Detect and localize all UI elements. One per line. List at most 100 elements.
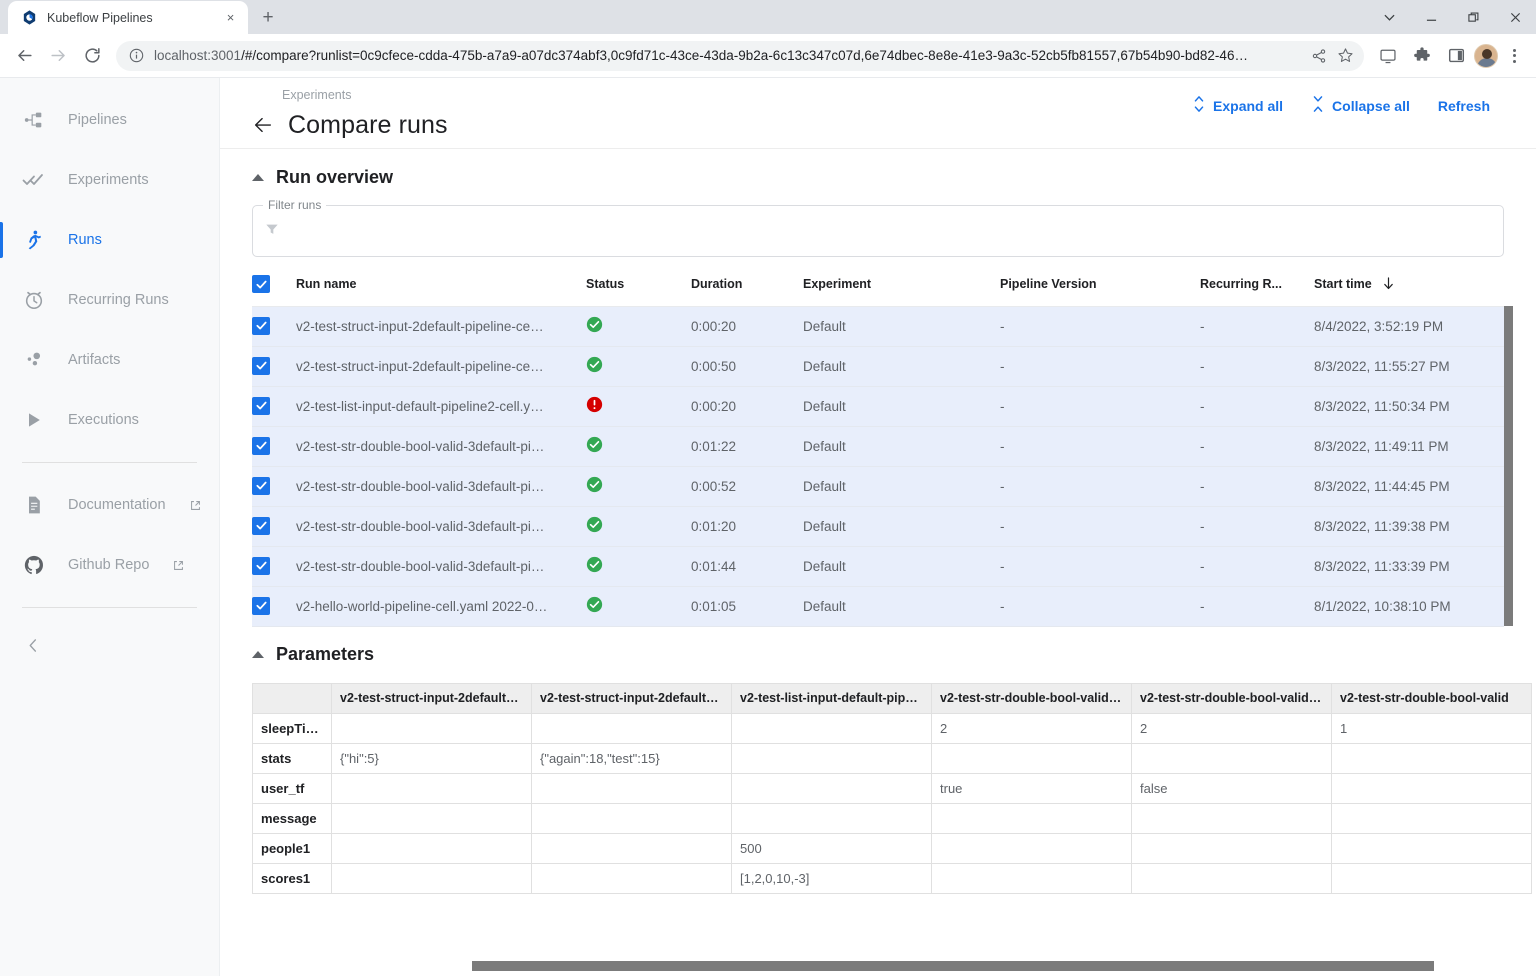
runs-table-scrollbar[interactable] <box>1504 306 1513 626</box>
minimize-icon[interactable] <box>1410 0 1452 34</box>
star-icon[interactable] <box>1337 47 1354 64</box>
sidebar-item-label: Artifacts <box>68 352 121 368</box>
puzzle-icon[interactable] <box>1406 40 1438 72</box>
cell-run-name[interactable]: v2-test-str-double-bool-valid-3default-p… <box>296 466 586 507</box>
info-icon[interactable] <box>129 48 144 63</box>
filter-runs-input[interactable]: Filter runs <box>252 198 1504 257</box>
row-checkbox-cell[interactable] <box>252 386 296 427</box>
collapse-triangle-icon[interactable] <box>252 651 264 658</box>
expand-all-button[interactable]: Expand all <box>1178 90 1297 121</box>
select-all-cell[interactable] <box>252 265 296 307</box>
row-checkbox-cell[interactable] <box>252 306 296 347</box>
sidebar-item-documentation[interactable]: Documentation <box>0 475 219 535</box>
sidebar-item-pipelines[interactable]: Pipelines <box>0 90 219 150</box>
row-checkbox[interactable] <box>252 436 270 455</box>
column-header-pipeline-version[interactable]: Pipeline Version <box>1000 265 1200 307</box>
parameters-header[interactable]: Parameters <box>252 627 1504 683</box>
parameters-column-header: v2-test-str-double-bool-valid <box>1331 682 1532 714</box>
parameter-value: true <box>931 772 1132 804</box>
column-header-run-name[interactable]: Run name <box>296 265 586 307</box>
cell-recurring-run: - <box>1200 346 1314 387</box>
sidebar-item-executions[interactable]: Executions <box>0 390 219 450</box>
column-header-recurring-run[interactable]: Recurring R... <box>1200 265 1314 307</box>
parameter-value: 1 <box>1331 712 1532 744</box>
cell-run-name[interactable]: v2-test-str-double-bool-valid-3default-p… <box>296 506 586 547</box>
table-row[interactable]: v2-test-str-double-bool-valid-3default-p… <box>252 466 1504 507</box>
row-checkbox[interactable] <box>252 316 270 335</box>
table-row[interactable]: v2-test-str-double-bool-valid-3default-p… <box>252 426 1504 467</box>
horizontal-scrollbar-thumb[interactable] <box>472 960 1434 971</box>
close-window-icon[interactable] <box>1494 0 1536 34</box>
filter-runs-label: Filter runs <box>263 198 327 212</box>
row-checkbox[interactable] <box>252 476 270 495</box>
cell-run-name[interactable]: v2-test-str-double-bool-valid-3default-p… <box>296 426 586 467</box>
forward-icon <box>42 40 74 72</box>
close-icon[interactable]: × <box>222 9 239 26</box>
row-checkbox[interactable] <box>252 396 270 415</box>
share-icon[interactable] <box>1311 48 1327 64</box>
tab-search-icon[interactable] <box>1368 0 1410 34</box>
row-checkbox-cell[interactable] <box>252 346 296 387</box>
column-header-duration[interactable]: Duration <box>691 265 803 307</box>
cell-run-name[interactable]: v2-test-str-double-bool-valid-3default-p… <box>296 546 586 587</box>
row-checkbox-cell[interactable] <box>252 506 296 547</box>
row-checkbox[interactable] <box>252 516 270 535</box>
back-icon[interactable] <box>8 40 40 72</box>
horizontal-scrollbar[interactable] <box>440 955 1536 976</box>
row-checkbox[interactable] <box>252 596 270 615</box>
sidebar-item-github-repo[interactable]: Github Repo <box>0 535 219 595</box>
sidebar-item-experiments[interactable]: Experiments <box>0 150 219 210</box>
parameters-row: people1 500 <box>252 832 1532 864</box>
back-arrow-icon[interactable] <box>252 114 274 136</box>
cell-run-name[interactable]: v2-test-struct-input-2default-pipeline-c… <box>296 306 586 347</box>
parameters-row: message <box>252 802 1532 834</box>
column-header-status[interactable]: Status <box>586 265 691 307</box>
scrollbar-thumb[interactable] <box>1504 306 1513 626</box>
content-scroll-area[interactable]: Run overview Filter runs Run name Status… <box>220 149 1536 976</box>
row-checkbox-cell[interactable] <box>252 546 296 587</box>
status-succeeded-icon <box>586 596 603 613</box>
column-header-start-time[interactable]: Start time <box>1314 265 1504 307</box>
address-bar[interactable]: localhost:3001/#/compare?runlist=0c9cfec… <box>116 40 1364 71</box>
table-row[interactable]: v2-test-struct-input-2default-pipeline-c… <box>252 346 1504 387</box>
sidebar-item-artifacts[interactable]: Artifacts <box>0 330 219 390</box>
collapse-all-button[interactable]: Collapse all <box>1297 90 1424 121</box>
cell-run-name[interactable]: v2-test-list-input-default-pipeline2-cel… <box>296 386 586 427</box>
side-panel-icon[interactable] <box>1440 40 1472 72</box>
table-row[interactable]: v2-test-str-double-bool-valid-3default-p… <box>252 506 1504 547</box>
run-overview-header[interactable]: Run overview <box>252 149 1504 205</box>
cell-pipeline-version: - <box>1000 346 1200 387</box>
table-row[interactable]: v2-test-struct-input-2default-pipeline-c… <box>252 306 1504 347</box>
row-checkbox[interactable] <box>252 356 270 375</box>
sort-descending-icon <box>1382 277 1395 290</box>
sidebar-item-runs[interactable]: Runs <box>0 210 219 270</box>
cell-status <box>586 466 691 507</box>
table-row[interactable]: v2-hello-world-pipeline-cell.yaml 2022-0… <box>252 586 1504 627</box>
column-header-experiment[interactable]: Experiment <box>803 265 1000 307</box>
browser-tab[interactable]: Kubeflow Pipelines × <box>8 1 248 34</box>
sidebar-divider <box>22 462 197 463</box>
collapse-triangle-icon[interactable] <box>252 173 264 181</box>
avatar[interactable] <box>1474 43 1498 68</box>
table-row[interactable]: v2-test-list-input-default-pipeline2-cel… <box>252 386 1504 427</box>
reload-icon[interactable] <box>76 40 108 72</box>
cell-recurring-run: - <box>1200 466 1314 507</box>
row-checkbox-cell[interactable] <box>252 466 296 507</box>
row-checkbox-cell[interactable] <box>252 426 296 467</box>
row-checkbox-cell[interactable] <box>252 586 296 627</box>
cell-run-name[interactable]: v2-test-struct-input-2default-pipeline-c… <box>296 346 586 387</box>
table-row[interactable]: v2-test-str-double-bool-valid-3default-p… <box>252 546 1504 587</box>
kebab-menu-icon[interactable] <box>1500 40 1528 72</box>
refresh-button[interactable]: Refresh <box>1424 92 1504 120</box>
new-tab-button[interactable]: + <box>254 3 282 31</box>
cast-icon[interactable] <box>1372 40 1404 72</box>
cell-experiment: Default <box>803 546 1000 587</box>
parameter-value: {"hi":5} <box>331 742 532 774</box>
url-host: localhost:3001 <box>154 48 242 63</box>
sidebar-collapse-button[interactable] <box>0 620 219 676</box>
select-all-checkbox[interactable] <box>252 275 270 293</box>
row-checkbox[interactable] <box>252 556 270 575</box>
cell-run-name[interactable]: v2-hello-world-pipeline-cell.yaml 2022-0… <box>296 586 586 627</box>
maximize-icon[interactable] <box>1452 0 1494 34</box>
sidebar-item-recurring-runs[interactable]: Recurring Runs <box>0 270 219 330</box>
